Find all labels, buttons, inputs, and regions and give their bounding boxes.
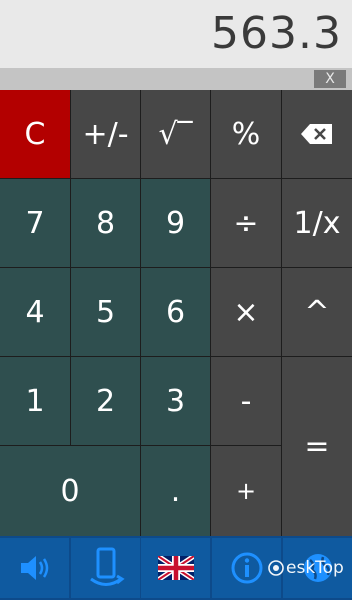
digit-8-button[interactable]: 8 xyxy=(71,179,140,267)
percent-button[interactable]: % xyxy=(211,90,281,178)
sound-button[interactable] xyxy=(0,538,69,598)
digit-3-button[interactable]: 3 xyxy=(141,357,210,445)
equals-button[interactable]: = xyxy=(282,357,352,536)
digit-6-button[interactable]: 6 xyxy=(141,268,210,356)
digit-2-button[interactable]: 2 xyxy=(71,357,140,445)
keypad: C +/- √‾ % 7 8 9 ÷ 1/x 4 5 6 × ^ 1 2 3 -… xyxy=(0,90,352,536)
clear-display-button[interactable]: X xyxy=(314,70,346,88)
minus-button[interactable]: - xyxy=(211,357,281,445)
watermark-logo-icon xyxy=(268,560,284,576)
language-button[interactable] xyxy=(141,538,210,598)
multiply-button[interactable]: × xyxy=(211,268,281,356)
backspace-button[interactable] xyxy=(282,90,352,178)
plus-button[interactable]: + xyxy=(211,446,281,536)
info-icon xyxy=(231,552,262,584)
clear-button[interactable]: C xyxy=(0,90,70,178)
watermark: eskTop xyxy=(268,558,344,578)
power-button[interactable]: ^ xyxy=(282,268,352,356)
sqrt-button[interactable]: √‾ xyxy=(141,90,210,178)
rotate-phone-icon xyxy=(89,547,125,586)
digit-0-button[interactable]: 0 xyxy=(0,446,140,536)
display-value: 563.3 xyxy=(211,8,342,59)
rotate-button[interactable] xyxy=(71,538,140,598)
digit-9-button[interactable]: 9 xyxy=(141,179,210,267)
display-panel: 563.3 xyxy=(0,0,352,68)
digit-1-button[interactable]: 1 xyxy=(0,357,70,445)
divide-button[interactable]: ÷ xyxy=(211,179,281,267)
speaker-icon xyxy=(20,556,48,580)
digit-5-button[interactable]: 5 xyxy=(71,268,140,356)
decimal-button[interactable]: . xyxy=(141,446,210,536)
uk-flag-icon xyxy=(157,556,194,580)
reciprocal-button[interactable]: 1/x xyxy=(282,179,352,267)
display-strip: X xyxy=(0,68,352,90)
watermark-text: eskTop xyxy=(286,558,344,578)
plus-minus-button[interactable]: +/- xyxy=(71,90,140,178)
backspace-icon xyxy=(301,124,332,144)
digit-4-button[interactable]: 4 xyxy=(0,268,70,356)
digit-7-button[interactable]: 7 xyxy=(0,179,70,267)
